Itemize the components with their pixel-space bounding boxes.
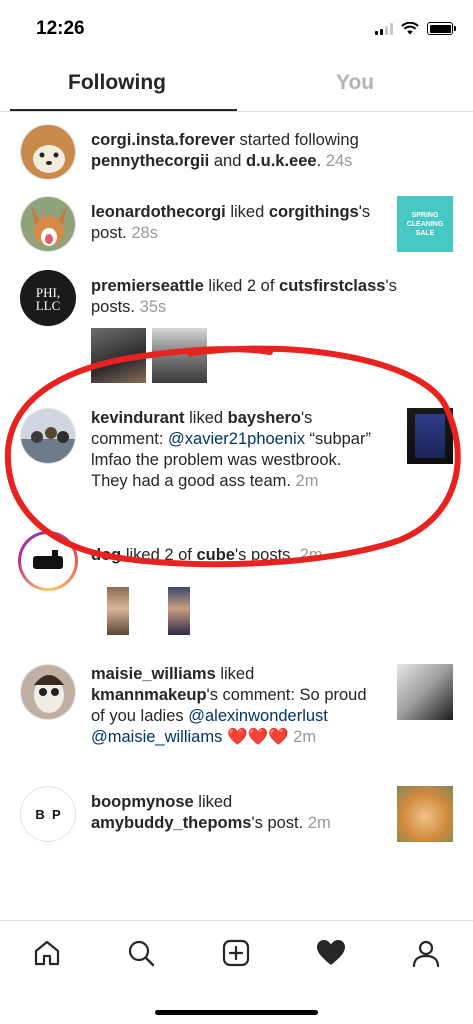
username[interactable]: d.u.k.eee [246, 152, 317, 170]
username[interactable]: corgi.insta.forever [91, 131, 235, 149]
activity-text: leonardothecorgi liked corgithings's pos… [91, 202, 371, 244]
username[interactable]: corgithings [269, 203, 359, 221]
bottom-nav [0, 920, 473, 1024]
heart-emoji: ❤️❤️❤️ [222, 728, 294, 746]
status-icons [375, 22, 456, 35]
activity-item[interactable]: kevindurant liked bayshero's comment: @x… [0, 408, 473, 513]
activity-text-fragment: liked 2 of [203, 277, 280, 295]
post-thumbnail[interactable] [407, 408, 453, 464]
wifi-icon [401, 22, 419, 35]
activity-text: premierseattle liked 2 of cutsfirstclass… [91, 276, 441, 318]
activity-item[interactable]: leonardothecorgi liked corgithings's pos… [0, 196, 473, 258]
post-thumbnail[interactable] [168, 587, 190, 635]
activity-text-fragment: 's posts. [234, 546, 300, 564]
cellular-signal-icon [375, 22, 393, 35]
activity-text-fragment: liked [225, 203, 269, 221]
activity-item[interactable]: PHI, LLC premierseattle liked 2 of cutsf… [0, 270, 473, 385]
avatar [21, 534, 75, 588]
active-tab-indicator [10, 109, 237, 111]
activity-text-fragment: . [316, 152, 326, 170]
post-thumbnail[interactable] [397, 786, 453, 842]
activity-text-fragment: liked [193, 793, 233, 811]
timestamp: 2m [307, 814, 331, 832]
nav-profile[interactable] [408, 935, 444, 971]
avatar-story-ring[interactable] [18, 531, 78, 591]
home-icon [34, 940, 60, 966]
timestamp: 28s [131, 224, 158, 242]
avatar[interactable] [20, 408, 76, 464]
post-thumbnail[interactable] [91, 328, 146, 383]
activity-item[interactable]: B P boopmynose liked amybuddy_thepoms's … [0, 786, 473, 848]
activity-item[interactable]: maisie_williams liked kmannmakeup's comm… [0, 664, 473, 774]
username[interactable]: kevindurant [91, 409, 185, 427]
avatar[interactable] [20, 664, 76, 720]
search-icon [128, 940, 155, 967]
username[interactable]: pennythecorgii [91, 152, 209, 170]
username[interactable]: dog [91, 546, 121, 564]
status-bar: 12:26 [0, 0, 473, 56]
avatar-logo-text: B P [35, 807, 61, 822]
activity-item[interactable]: corgi.insta.forever started following pe… [0, 124, 473, 186]
timestamp: 24s [325, 152, 353, 170]
username[interactable]: cutsfirstclass [279, 277, 385, 295]
post-thumbnail[interactable]: SPRING CLEANING SALE [397, 196, 453, 252]
avatar[interactable] [20, 196, 76, 252]
activity-text-fragment: 's post. [251, 814, 308, 832]
profile-icon [412, 940, 440, 968]
username[interactable]: bayshero [228, 409, 301, 427]
activity-text-fragment: liked [184, 409, 228, 427]
activity-text-fragment: started following [234, 131, 359, 149]
battery-icon [427, 22, 456, 35]
username[interactable]: leonardothecorgi [91, 203, 226, 221]
nav-home[interactable] [29, 935, 65, 971]
username[interactable]: boopmynose [91, 793, 194, 811]
activity-text-fragment: and [209, 152, 246, 170]
activity-heart-icon [317, 940, 345, 965]
activity-text-fragment: liked [215, 665, 255, 683]
new-post-icon [222, 939, 250, 967]
activity-tabs: Following You [0, 56, 473, 112]
username[interactable]: premierseattle [91, 277, 204, 295]
activity-text-fragment: liked 2 of [121, 546, 197, 564]
home-indicator [155, 1010, 318, 1015]
activity-text: dog liked 2 of cube's posts. 2m [91, 545, 451, 566]
thumbnail-caption: SPRING CLEANING SALE [406, 212, 444, 237]
username[interactable]: cube [196, 546, 235, 564]
username[interactable]: maisie_williams [91, 665, 216, 683]
timestamp: 2m [299, 546, 323, 564]
activity-item[interactable]: dog liked 2 of cube's posts. 2m [0, 531, 473, 641]
tab-you[interactable]: You [336, 71, 374, 95]
timestamp: 35s [139, 298, 167, 316]
avatar-logo-text: PHI, LLC [35, 285, 61, 313]
nav-search[interactable] [123, 935, 159, 971]
avatar[interactable]: PHI, LLC [20, 270, 76, 326]
tab-following[interactable]: Following [68, 71, 166, 95]
nav-activity[interactable] [313, 935, 349, 971]
mention-link[interactable]: @maisie_williams [91, 728, 222, 746]
nav-new-post[interactable] [218, 935, 254, 971]
activity-text: kevindurant liked bayshero's comment: @x… [91, 408, 371, 492]
post-thumbnail[interactable] [397, 664, 453, 720]
post-thumbnail[interactable] [107, 587, 129, 635]
mention-link[interactable]: @xavier21phoenix [168, 430, 305, 448]
timestamp: 2m [293, 728, 317, 746]
timestamp: 2m [295, 472, 319, 490]
activity-text: maisie_williams liked kmannmakeup's comm… [91, 664, 381, 748]
mention-link[interactable]: @alexinwonderlust [188, 707, 328, 725]
avatar[interactable] [20, 124, 76, 180]
username[interactable]: kmannmakeup [91, 686, 207, 704]
activity-text: boopmynose liked amybuddy_thepoms's post… [91, 792, 371, 834]
post-thumbnail[interactable] [152, 328, 207, 383]
avatar[interactable]: B P [20, 786, 76, 842]
status-time: 12:26 [36, 18, 85, 39]
activity-text: corgi.insta.forever started following pe… [91, 130, 391, 172]
username[interactable]: amybuddy_thepoms [91, 814, 251, 832]
